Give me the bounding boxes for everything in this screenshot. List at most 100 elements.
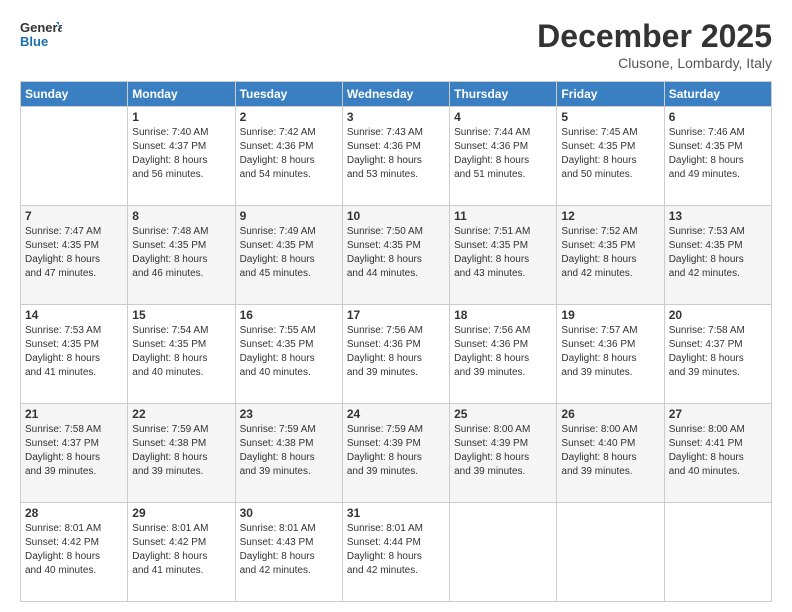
page: General Blue December 2025 Clusone, Lomb… [0,0,792,612]
day-number: 8 [132,209,230,223]
calendar-cell: 11 Sunrise: 7:51 AMSunset: 4:35 PMDayligh… [450,206,557,305]
day-info: Sunrise: 7:54 AMSunset: 4:35 PMDaylight:… [132,324,230,380]
day-info: Sunrise: 7:52 AMSunset: 4:35 PMDaylight:… [561,225,659,281]
day-info: Sunrise: 7:51 AMSunset: 4:35 PMDaylight:… [454,225,552,281]
weekday-thursday: Thursday [450,82,557,107]
day-number: 27 [669,407,767,421]
calendar-cell: 3 Sunrise: 7:43 AMSunset: 4:36 PMDaylight… [342,107,449,206]
weekday-tuesday: Tuesday [235,82,342,107]
day-info: Sunrise: 7:46 AMSunset: 4:35 PMDaylight:… [669,126,767,182]
calendar-cell: 6 Sunrise: 7:46 AMSunset: 4:35 PMDaylight… [664,107,771,206]
calendar-cell: 18 Sunrise: 7:56 AMSunset: 4:36 PMDayligh… [450,305,557,404]
calendar-cell: 13 Sunrise: 7:53 AMSunset: 4:35 PMDayligh… [664,206,771,305]
week-row-4: 28Sunrise: 8:01 AMSunset: 4:42 PMDayligh… [21,503,772,602]
day-number: 7 [25,209,123,223]
calendar-cell [450,503,557,602]
calendar-cell: 25Sunrise: 8:00 AMSunset: 4:39 PMDayligh… [450,404,557,503]
location: Clusone, Lombardy, Italy [537,55,772,71]
calendar-cell: 29Sunrise: 8:01 AMSunset: 4:42 PMDayligh… [128,503,235,602]
day-info: Sunrise: 7:49 AMSunset: 4:35 PMDaylight:… [240,225,338,281]
day-info: Sunrise: 8:00 AMSunset: 4:41 PMDaylight:… [669,423,767,479]
calendar-cell: 14Sunrise: 7:53 AMSunset: 4:35 PMDayligh… [21,305,128,404]
day-info: Sunrise: 8:01 AMSunset: 4:44 PMDaylight:… [347,522,445,578]
day-number: 9 [240,209,338,223]
week-row-3: 21 Sunrise: 7:58 AMSunset: 4:37 PMDayligh… [21,404,772,503]
week-row-2: 14Sunrise: 7:53 AMSunset: 4:35 PMDayligh… [21,305,772,404]
calendar-cell: 10Sunrise: 7:50 AMSunset: 4:35 PMDayligh… [342,206,449,305]
weekday-sunday: Sunday [21,82,128,107]
calendar-cell: 20Sunrise: 7:58 AMSunset: 4:37 PMDayligh… [664,305,771,404]
day-number: 6 [669,110,767,124]
day-info: Sunrise: 8:01 AMSunset: 4:42 PMDaylight:… [25,522,123,578]
calendar-cell: 16 Sunrise: 7:55 AMSunset: 4:35 PMDayligh… [235,305,342,404]
day-number: 4 [454,110,552,124]
day-info: Sunrise: 7:53 AMSunset: 4:35 PMDaylight:… [669,225,767,281]
day-info: Sunrise: 7:44 AMSunset: 4:36 PMDaylight:… [454,126,552,182]
svg-text:General: General [20,20,62,35]
day-number: 17 [347,308,445,322]
calendar-cell: 21 Sunrise: 7:58 AMSunset: 4:37 PMDayligh… [21,404,128,503]
day-info: Sunrise: 7:55 AMSunset: 4:35 PMDaylight:… [240,324,338,380]
day-info: Sunrise: 7:40 AMSunset: 4:37 PMDaylight:… [132,126,230,182]
day-info: Sunrise: 7:59 AMSunset: 4:38 PMDaylight:… [132,423,230,479]
day-number: 5 [561,110,659,124]
day-info: Sunrise: 7:48 AMSunset: 4:35 PMDaylight:… [132,225,230,281]
calendar-cell [664,503,771,602]
weekday-header-row: SundayMondayTuesdayWednesdayThursdayFrid… [21,82,772,107]
calendar-cell: 22 Sunrise: 7:59 AMSunset: 4:38 PMDayligh… [128,404,235,503]
day-number: 16 [240,308,338,322]
week-row-0: 1Sunrise: 7:40 AMSunset: 4:37 PMDaylight… [21,107,772,206]
weekday-saturday: Saturday [664,82,771,107]
calendar-cell [21,107,128,206]
day-number: 23 [240,407,338,421]
day-info: Sunrise: 7:45 AMSunset: 4:35 PMDaylight:… [561,126,659,182]
day-number: 13 [669,209,767,223]
calendar-cell: 7 Sunrise: 7:47 AMSunset: 4:35 PMDaylight… [21,206,128,305]
logo: General Blue [20,18,62,54]
day-info: Sunrise: 7:56 AMSunset: 4:36 PMDaylight:… [454,324,552,380]
day-number: 26 [561,407,659,421]
day-number: 15 [132,308,230,322]
day-number: 21 [25,407,123,421]
day-number: 22 [132,407,230,421]
calendar-cell: 28Sunrise: 8:01 AMSunset: 4:42 PMDayligh… [21,503,128,602]
calendar-cell: 30Sunrise: 8:01 AMSunset: 4:43 PMDayligh… [235,503,342,602]
calendar-cell: 12Sunrise: 7:52 AMSunset: 4:35 PMDayligh… [557,206,664,305]
day-info: Sunrise: 7:43 AMSunset: 4:36 PMDaylight:… [347,126,445,182]
calendar-cell: 5 Sunrise: 7:45 AMSunset: 4:35 PMDaylight… [557,107,664,206]
calendar-body: 1Sunrise: 7:40 AMSunset: 4:37 PMDaylight… [21,107,772,602]
month-title: December 2025 [537,18,772,55]
day-info: Sunrise: 7:58 AMSunset: 4:37 PMDaylight:… [25,423,123,479]
weekday-friday: Friday [557,82,664,107]
day-number: 2 [240,110,338,124]
day-number: 18 [454,308,552,322]
title-block: December 2025 Clusone, Lombardy, Italy [537,18,772,71]
calendar-cell: 9 Sunrise: 7:49 AMSunset: 4:35 PMDaylight… [235,206,342,305]
day-info: Sunrise: 8:00 AMSunset: 4:40 PMDaylight:… [561,423,659,479]
day-number: 30 [240,506,338,520]
calendar-cell: 4 Sunrise: 7:44 AMSunset: 4:36 PMDaylight… [450,107,557,206]
weekday-monday: Monday [128,82,235,107]
calendar-cell: 8 Sunrise: 7:48 AMSunset: 4:35 PMDaylight… [128,206,235,305]
day-number: 20 [669,308,767,322]
day-number: 24 [347,407,445,421]
calendar-cell: 31 Sunrise: 8:01 AMSunset: 4:44 PMDayligh… [342,503,449,602]
day-info: Sunrise: 7:47 AMSunset: 4:35 PMDaylight:… [25,225,123,281]
day-number: 11 [454,209,552,223]
day-info: Sunrise: 7:56 AMSunset: 4:36 PMDaylight:… [347,324,445,380]
weekday-wednesday: Wednesday [342,82,449,107]
calendar-cell: 2 Sunrise: 7:42 AMSunset: 4:36 PMDaylight… [235,107,342,206]
day-number: 25 [454,407,552,421]
day-number: 29 [132,506,230,520]
week-row-1: 7 Sunrise: 7:47 AMSunset: 4:35 PMDaylight… [21,206,772,305]
day-info: Sunrise: 7:42 AMSunset: 4:36 PMDaylight:… [240,126,338,182]
calendar-cell [557,503,664,602]
calendar-cell: 19Sunrise: 7:57 AMSunset: 4:36 PMDayligh… [557,305,664,404]
day-info: Sunrise: 7:53 AMSunset: 4:35 PMDaylight:… [25,324,123,380]
calendar-cell: 26 Sunrise: 8:00 AMSunset: 4:40 PMDayligh… [557,404,664,503]
day-number: 31 [347,506,445,520]
day-info: Sunrise: 7:59 AMSunset: 4:38 PMDaylight:… [240,423,338,479]
day-number: 3 [347,110,445,124]
calendar-cell: 27 Sunrise: 8:00 AMSunset: 4:41 PMDayligh… [664,404,771,503]
day-info: Sunrise: 7:59 AMSunset: 4:39 PMDaylight:… [347,423,445,479]
